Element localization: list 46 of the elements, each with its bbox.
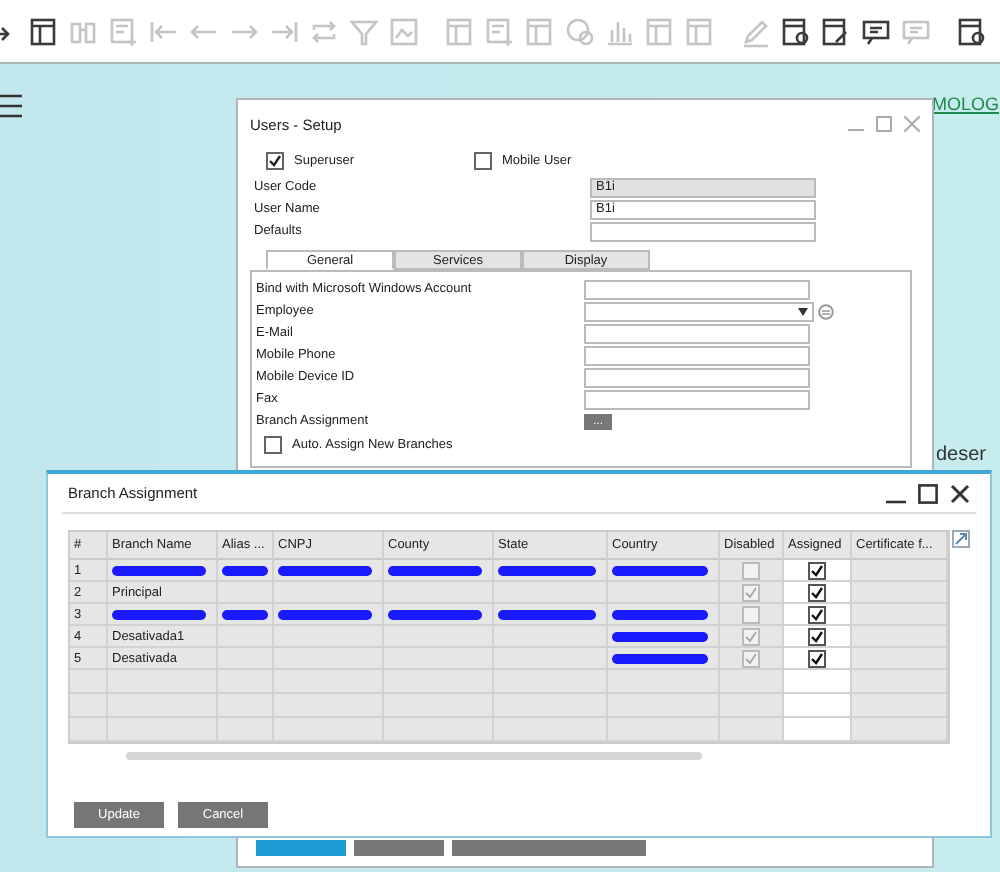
page-text: deser [936,444,987,466]
dropdown-field[interactable] [584,301,814,321]
checkbox[interactable] [808,605,826,623]
input-field[interactable] [584,279,810,299]
checkbox[interactable] [808,561,826,579]
table-cell [784,694,852,718]
redaction-mark [112,609,206,619]
redaction-mark [278,565,372,575]
maximize-icon[interactable] [918,483,938,503]
redaction-mark [612,565,708,575]
link[interactable]: MOLOG [932,94,1000,114]
redaction-mark [612,609,708,619]
table-cell[interactable] [784,626,852,648]
scrollbar[interactable] [126,752,702,760]
redaction-mark [612,653,708,663]
checkbox[interactable] [266,152,284,170]
input-field[interactable] [584,367,810,387]
table-cell[interactable] [784,648,852,670]
expand-icon[interactable] [952,530,970,548]
redaction-mark [222,565,267,575]
redaction-mark [112,565,206,575]
table-cell[interactable] [784,604,852,626]
redaction-mark [388,609,482,619]
table-cell[interactable] [784,582,852,604]
redaction-mark [498,609,596,619]
input-field[interactable] [584,389,810,409]
document-gear-icon[interactable] [780,15,812,47]
input-field[interactable] [590,221,816,241]
document-edit-icon[interactable] [820,15,852,47]
redaction-mark [388,565,482,575]
table-cell[interactable] [784,560,852,582]
redaction-mark [498,565,596,575]
document-icon[interactable] [28,15,60,47]
dropdown-arrow-icon[interactable] [798,307,808,315]
redaction-mark [612,631,708,641]
close-icon[interactable] [950,483,970,503]
comment-icon[interactable] [860,15,892,47]
redaction-mark [278,609,372,619]
input-field[interactable] [584,323,810,343]
redaction-mark [222,609,267,619]
document-gear-icon[interactable] [956,15,988,47]
checkbox[interactable] [264,436,282,454]
checkbox[interactable] [474,152,492,170]
table-cell [784,670,852,694]
menu-icon[interactable] [0,92,22,120]
input-field[interactable] [584,345,810,365]
